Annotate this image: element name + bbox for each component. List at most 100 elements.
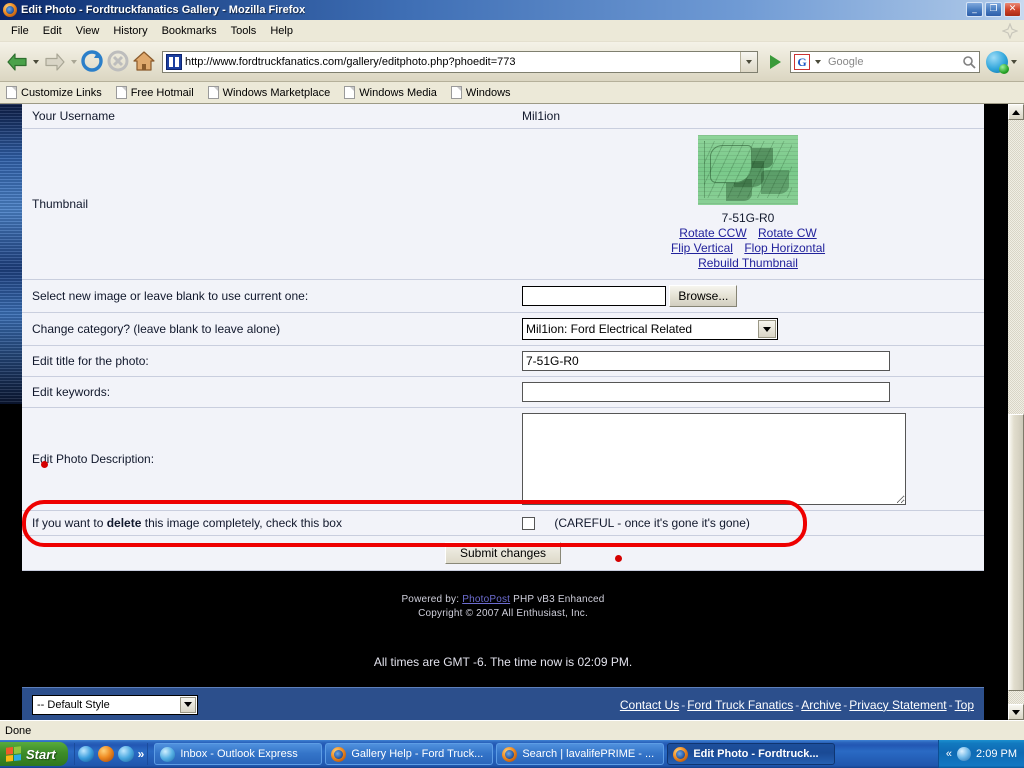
go-icon — [769, 54, 781, 69]
bookmark-windows[interactable]: Windows — [450, 86, 511, 99]
maximize-button[interactable]: ❐ — [985, 2, 1002, 17]
photopost-link[interactable]: PhotoPost — [462, 594, 510, 605]
reload-button[interactable] — [80, 49, 106, 75]
link-separator: - — [681, 697, 686, 712]
rotate-ccw-link[interactable]: Rotate CCW — [679, 226, 746, 240]
internet-explorer-icon[interactable] — [77, 746, 94, 762]
table-row-thumbnail: Thumbnail 7-51G-R0 Rotate CCW Rotate CW … — [22, 128, 984, 280]
back-dropdown-icon[interactable] — [33, 59, 39, 64]
table-row-delete: If you want to delete this image complet… — [22, 510, 984, 537]
scroll-up-button[interactable] — [1008, 104, 1024, 120]
firefox-icon — [502, 746, 518, 762]
delete-checkbox[interactable] — [522, 517, 535, 531]
style-selector[interactable]: -- Default Style — [32, 694, 198, 715]
vertical-scrollbar[interactable] — [1008, 104, 1024, 720]
task-button-lavalife-search[interactable]: Search | lavalifePRIME - ... — [496, 743, 665, 765]
scroll-down-button[interactable] — [1008, 704, 1024, 720]
change-category-cell: Mil1ion: Ford Electrical Related — [512, 312, 984, 346]
menu-edit[interactable]: Edit — [36, 22, 69, 40]
go-button[interactable] — [762, 50, 788, 74]
table-row-submit: Submit changes — [22, 535, 984, 572]
page-icon — [115, 86, 127, 99]
annotation-dot-description — [41, 461, 48, 468]
chevron-down-icon[interactable] — [758, 320, 776, 338]
delete-label-pre: If you want to — [32, 516, 107, 531]
archive-link[interactable]: Archive — [801, 698, 841, 712]
task-label: Inbox - Outlook Express — [180, 748, 298, 760]
chevron-down-icon[interactable] — [180, 696, 196, 713]
stop-button[interactable] — [106, 49, 132, 75]
google-icon[interactable]: G — [794, 53, 810, 70]
minimize-button[interactable]: _ — [966, 2, 983, 17]
rebuild-thumbnail-link[interactable]: Rebuild Thumbnail — [698, 256, 798, 270]
menu-view[interactable]: View — [69, 22, 107, 40]
search-input[interactable]: Google — [824, 56, 959, 68]
tray-network-icon[interactable] — [957, 747, 972, 761]
menu-tools[interactable]: Tools — [224, 22, 264, 40]
ford-truck-fanatics-link[interactable]: Ford Truck Fanatics — [687, 698, 793, 712]
privacy-statement-link[interactable]: Privacy Statement — [849, 698, 946, 712]
task-button-gallery-help[interactable]: Gallery Help - Ford Truck... — [325, 743, 494, 765]
browser-status-bar: Done — [0, 720, 1024, 740]
submit-changes-button[interactable]: Submit changes — [444, 542, 562, 565]
firefox-icon — [3, 3, 17, 17]
bookmark-windows-media[interactable]: Windows Media — [344, 86, 437, 99]
edit-keywords-label: Edit keywords: — [22, 376, 512, 408]
bookmark-customize-links[interactable]: Customize Links — [6, 86, 102, 99]
skype-icon[interactable] — [986, 50, 1009, 74]
url-dropdown-icon[interactable] — [740, 51, 757, 72]
quicklaunch-overflow-icon[interactable]: » — [138, 747, 145, 761]
copyright-line: Copyright © 2007 All Enthusiast, Inc. — [418, 608, 588, 620]
flip-vertical-link[interactable]: Flip Vertical — [671, 241, 733, 255]
tray-expand-icon[interactable]: « — [946, 748, 952, 760]
menu-help[interactable]: Help — [263, 22, 300, 40]
search-bar[interactable]: G Google — [790, 50, 980, 73]
contact-us-link[interactable]: Contact Us — [620, 698, 679, 712]
outlook-icon[interactable] — [117, 746, 134, 762]
keywords-input[interactable] — [522, 382, 890, 402]
menu-history[interactable]: History — [106, 22, 154, 40]
forward-button[interactable] — [42, 49, 68, 75]
username-label: Your Username — [22, 104, 512, 129]
firefox-icon — [331, 746, 347, 762]
edit-keywords-cell — [512, 376, 984, 408]
top-link[interactable]: Top — [955, 698, 974, 712]
menu-file[interactable]: File — [4, 22, 36, 40]
chevron-up-icon — [1012, 109, 1020, 115]
thumbnail-image[interactable] — [698, 135, 798, 205]
flop-horizontal-link[interactable]: Flop Horizontal — [744, 241, 825, 255]
rotate-cw-link[interactable]: Rotate CW — [758, 226, 817, 240]
start-button[interactable]: Start — [0, 742, 68, 766]
forward-dropdown-icon[interactable] — [71, 59, 77, 64]
browse-button[interactable]: Browse... — [669, 285, 738, 307]
bookmark-label: Windows — [465, 86, 511, 99]
submit-cell: Submit changes — [22, 535, 984, 572]
search-icon[interactable] — [959, 52, 979, 72]
url-text[interactable]: http://www.fordtruckfanatics.com/gallery… — [185, 56, 740, 68]
select-image-label: Select new image or leave blank to use c… — [22, 279, 512, 313]
task-button-edit-photo[interactable]: Edit Photo - Fordtruck... — [667, 743, 836, 765]
task-label: Edit Photo - Fordtruck... — [693, 748, 819, 760]
bookmark-windows-marketplace[interactable]: Windows Marketplace — [207, 86, 330, 99]
firefox-icon[interactable] — [97, 746, 114, 762]
page-icon — [450, 86, 462, 99]
category-select[interactable]: Mil1ion: Ford Electrical Related — [522, 318, 778, 340]
home-button[interactable] — [132, 49, 158, 75]
search-engine-dropdown-icon[interactable] — [815, 59, 821, 64]
url-bar[interactable]: http://www.fordtruckfanatics.com/gallery… — [162, 50, 758, 73]
screen: Edit Photo - Fordtruckfanatics Gallery -… — [0, 0, 1024, 768]
description-textarea[interactable] — [522, 413, 906, 505]
task-button-outlook-express[interactable]: Inbox - Outlook Express — [154, 743, 323, 765]
scrollbar-thumb[interactable] — [1008, 414, 1024, 691]
menu-bookmarks[interactable]: Bookmarks — [155, 22, 224, 40]
page-viewport: Your Username Mil1ion Thumbnail 7-51G-R0… — [0, 104, 1008, 720]
title-input[interactable] — [522, 351, 890, 371]
toolbar-overflow-icon[interactable] — [1011, 59, 1017, 64]
category-select-value: Mil1ion: Ford Electrical Related — [526, 322, 693, 336]
close-button[interactable]: ✕ — [1004, 2, 1021, 17]
clock[interactable]: 2:09 PM — [976, 748, 1017, 760]
bookmark-free-hotmail[interactable]: Free Hotmail — [115, 86, 194, 99]
bookmark-label: Customize Links — [21, 86, 102, 99]
back-button[interactable] — [4, 49, 30, 75]
file-path-input[interactable] — [522, 286, 666, 306]
